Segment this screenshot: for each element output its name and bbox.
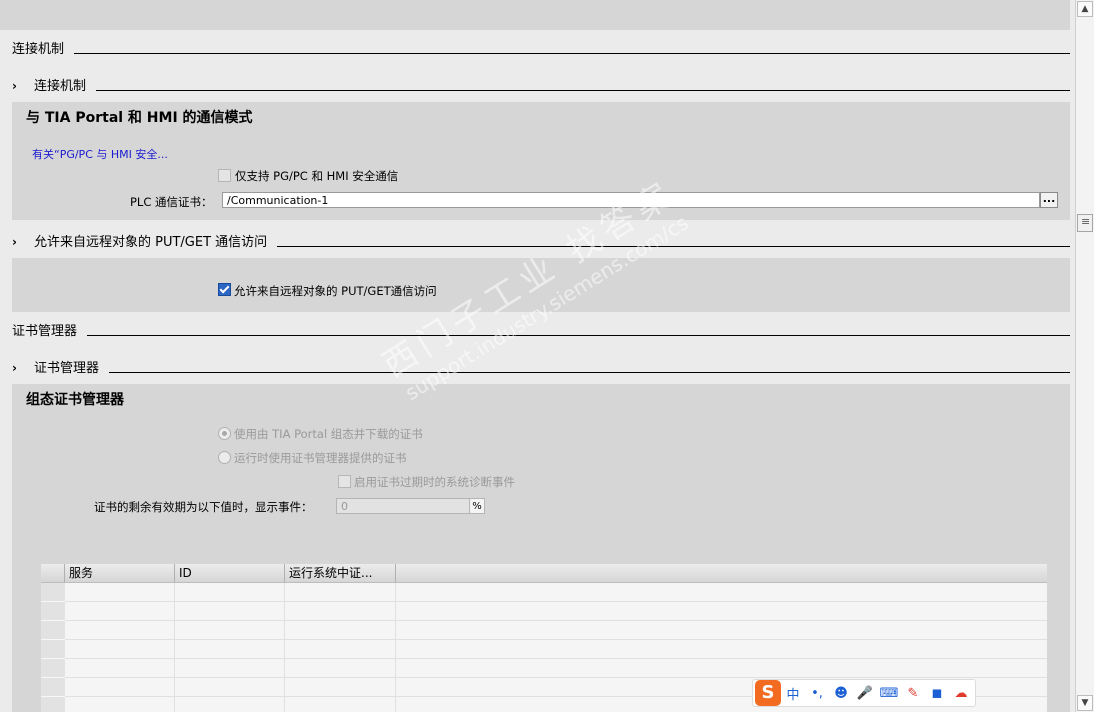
table-cell[interactable] xyxy=(285,697,396,712)
top-panel xyxy=(0,0,1070,30)
subsection-label: 证书管理器 xyxy=(34,361,100,376)
connection-panel: 与 TIA Portal 和 HMI 的通信模式 有关“PG/PC 与 HMI … xyxy=(12,102,1070,220)
table-row[interactable] xyxy=(65,659,1047,678)
radio-use-tia-cert[interactable] xyxy=(218,427,231,440)
subsection-label: 连接机制 xyxy=(34,79,87,94)
panel-title: 组态证书管理器 xyxy=(26,392,124,408)
table-row[interactable] xyxy=(65,583,1047,602)
plc-cert-label: PLC 通信证书： xyxy=(130,195,213,209)
radio-use-tia-cert-label: 使用由 TIA Portal 组态并下载的证书 xyxy=(234,427,423,441)
table-cell[interactable] xyxy=(65,697,175,712)
table-cell[interactable] xyxy=(285,621,396,640)
chevron-right-icon[interactable]: › xyxy=(12,361,34,377)
table-cell[interactable] xyxy=(175,678,285,697)
toolbox-icon[interactable]: ◼ xyxy=(925,686,949,701)
emoji-icon[interactable]: ☻ xyxy=(829,686,853,701)
table-cell[interactable] xyxy=(175,602,285,621)
subsection-putget[interactable]: › 允许来自远程对象的 PUT/GET 通信访问 xyxy=(12,231,1070,251)
table-header: 服务 ID 运行系统中证... xyxy=(41,564,1047,583)
radio-runtime-cert[interactable] xyxy=(218,451,231,464)
column-header-service[interactable]: 服务 xyxy=(65,564,175,582)
table-row[interactable] xyxy=(65,640,1047,659)
table-cell[interactable] xyxy=(285,659,396,678)
row-header[interactable] xyxy=(41,602,65,621)
scroll-up-button[interactable]: ▲ xyxy=(1077,1,1093,17)
scroll-down-button[interactable]: ▼ xyxy=(1077,695,1093,711)
pgpc-hmi-secure-checkbox[interactable] xyxy=(218,169,231,182)
radio-runtime-cert-label: 运行时使用证书管理器提供的证书 xyxy=(234,451,407,465)
column-header-runtime-cert[interactable]: 运行系统中证... xyxy=(285,564,396,582)
row-header[interactable] xyxy=(41,583,65,602)
chevron-right-icon[interactable]: › xyxy=(12,235,34,251)
panel-title: 与 TIA Portal 和 HMI 的通信模式 xyxy=(26,110,253,126)
table-cell[interactable] xyxy=(175,697,285,712)
chevron-right-icon[interactable]: › xyxy=(12,79,34,95)
divider xyxy=(109,372,1070,373)
diag-event-checkbox[interactable] xyxy=(338,475,351,488)
table-row[interactable] xyxy=(65,602,1047,621)
row-header[interactable] xyxy=(41,659,65,678)
row-header[interactable] xyxy=(41,678,65,697)
table-row[interactable] xyxy=(65,621,1047,640)
row-header[interactable] xyxy=(41,640,65,659)
divider xyxy=(74,53,1070,54)
table-cell[interactable] xyxy=(285,602,396,621)
plc-cert-field[interactable]: /Communication-1 xyxy=(222,192,1040,208)
row-header[interactable] xyxy=(41,697,65,712)
table-cell[interactable] xyxy=(285,640,396,659)
divider xyxy=(96,90,1070,91)
table-corner xyxy=(41,564,65,582)
remaining-validity-field[interactable]: 0 xyxy=(336,498,470,514)
table-cell[interactable] xyxy=(175,621,285,640)
table-cell[interactable] xyxy=(65,583,175,602)
section-header-connection: 连接机制 xyxy=(12,38,1070,58)
section-header-certmgr: 证书管理器 xyxy=(12,320,1070,340)
subsection-connection[interactable]: › 连接机制 xyxy=(12,75,1070,95)
percent-unit: % xyxy=(469,498,485,514)
putget-panel: 允许来自远程对象的 PUT/GET通信访问 xyxy=(12,258,1070,312)
table-cell[interactable] xyxy=(285,583,396,602)
section-header-label: 连接机制 xyxy=(12,42,65,57)
table-cell[interactable] xyxy=(65,640,175,659)
remaining-validity-label: 证书的剩余有效期为以下值时，显示事件： xyxy=(94,500,313,514)
skin-icon[interactable]: ✎ xyxy=(901,686,925,701)
divider xyxy=(277,246,1070,247)
pgpc-hmi-secure-label: 仅支持 PG/PC 和 HMI 安全通信 xyxy=(235,169,399,183)
microphone-icon[interactable]: 🎤 xyxy=(853,686,877,701)
divider xyxy=(87,335,1070,336)
keyboard-icon[interactable]: ⌨ xyxy=(877,686,901,701)
section-header-label: 证书管理器 xyxy=(12,324,78,339)
punctuation-icon[interactable]: •, xyxy=(805,686,829,701)
diag-event-label: 启用证书过期时的系统诊断事件 xyxy=(354,475,515,489)
table-cell[interactable] xyxy=(65,602,175,621)
scroll-thumb[interactable] xyxy=(1077,214,1093,232)
ime-toolbar[interactable]: S 中 •, ☻ 🎤 ⌨ ✎ ◼ ☁ xyxy=(752,679,976,707)
table-cell[interactable] xyxy=(285,678,396,697)
table-cell[interactable] xyxy=(175,640,285,659)
vertical-scrollbar[interactable]: ▲ ▼ xyxy=(1075,0,1094,712)
table-cell[interactable] xyxy=(65,659,175,678)
table-cell[interactable] xyxy=(65,678,175,697)
table-cell[interactable] xyxy=(175,659,285,678)
pgpc-hmi-security-link[interactable]: 有关“PG/PC 与 HMI 安全... xyxy=(32,146,168,162)
extra-icon[interactable]: ☁ xyxy=(949,686,973,701)
sogou-logo-icon[interactable]: S xyxy=(755,680,781,706)
table-cell[interactable] xyxy=(175,583,285,602)
ime-mode-toggle[interactable]: 中 xyxy=(781,684,805,703)
browse-button[interactable]: ... xyxy=(1040,192,1058,208)
row-header[interactable] xyxy=(41,621,65,640)
table-cell[interactable] xyxy=(65,621,175,640)
subsection-certmgr[interactable]: › 证书管理器 xyxy=(12,357,1070,377)
column-header-id[interactable]: ID xyxy=(175,564,285,582)
subsection-label: 允许来自远程对象的 PUT/GET 通信访问 xyxy=(34,235,268,250)
putget-checkbox[interactable] xyxy=(218,283,231,296)
putget-label: 允许来自远程对象的 PUT/GET通信访问 xyxy=(234,284,437,298)
